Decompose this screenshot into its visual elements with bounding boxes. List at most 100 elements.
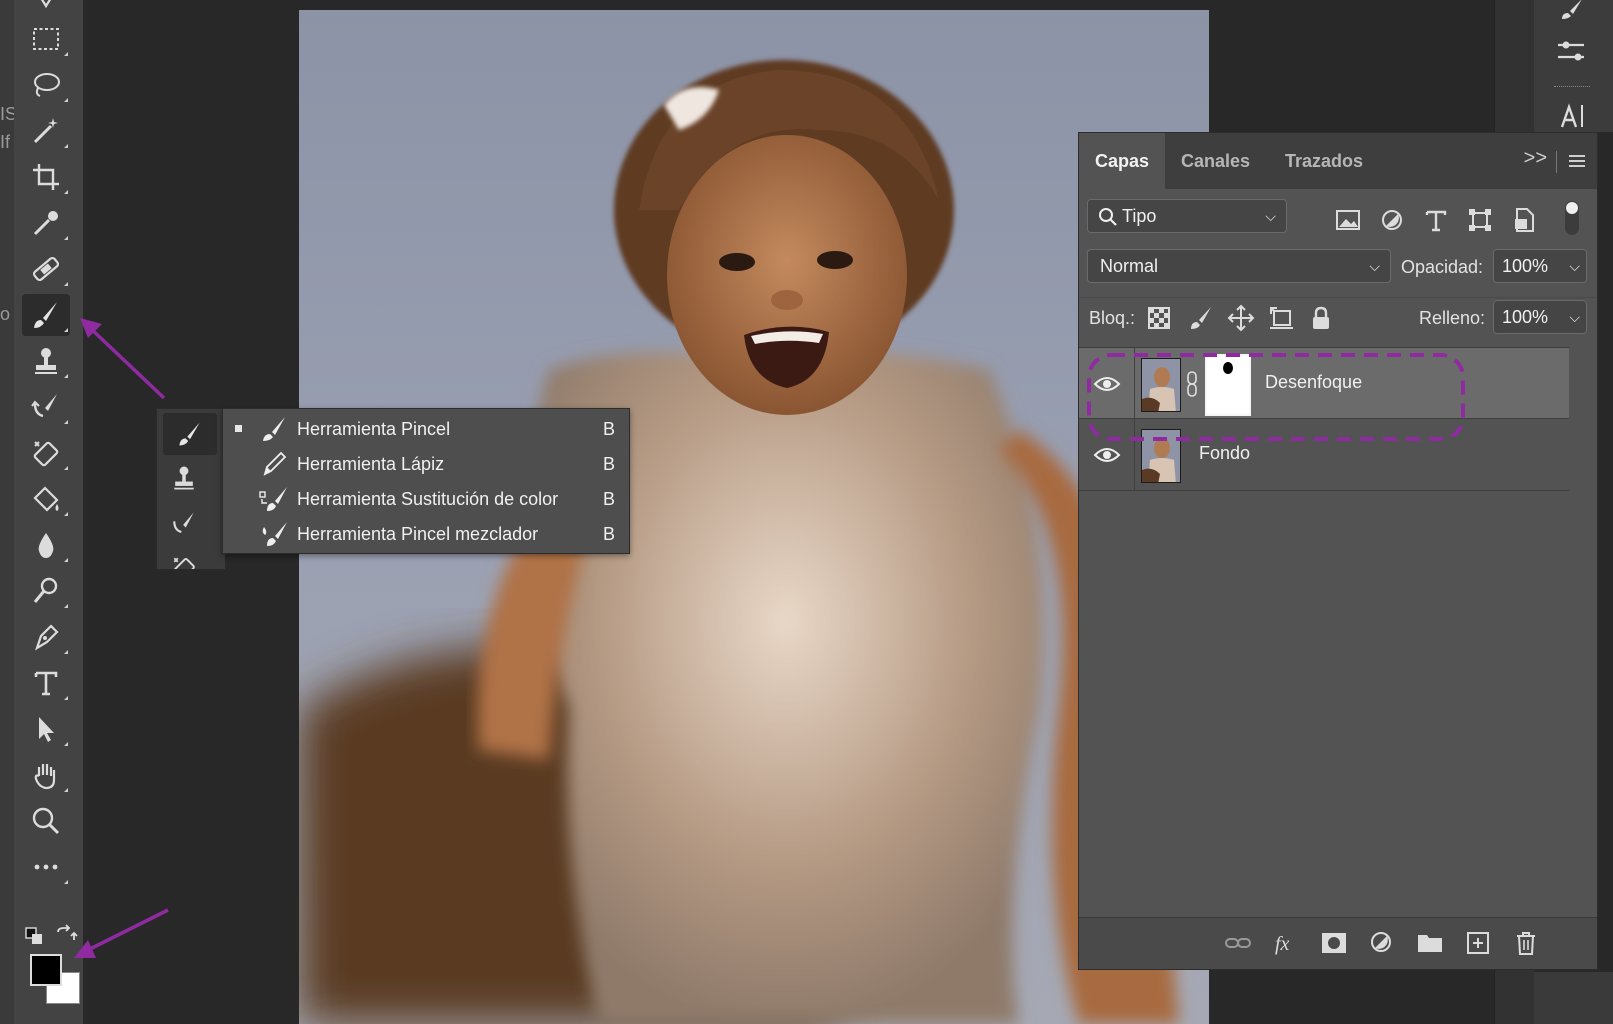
panel-grip[interactable]	[1554, 86, 1590, 89]
smart-object-filter-icon[interactable]	[1509, 205, 1539, 235]
lock-transparency-icon[interactable]	[1145, 304, 1173, 332]
blend-mode-dropdown[interactable]: Normal ⌵	[1087, 249, 1391, 283]
pen-tool-button[interactable]	[22, 616, 70, 658]
menu-item-shortcut: B	[602, 489, 615, 509]
more-tools-button[interactable]	[22, 846, 70, 888]
brush-tool-button[interactable]	[22, 294, 70, 336]
new-adjustment-button[interactable]	[1367, 928, 1397, 958]
tab-capas[interactable]: Capas	[1079, 133, 1166, 189]
history-brush-tool-button[interactable]	[22, 386, 70, 428]
sliders-icon	[1558, 41, 1584, 61]
eraser-icon	[173, 557, 195, 569]
hand-icon	[34, 764, 56, 790]
brush-icon	[34, 302, 57, 328]
lasso-icon	[34, 73, 60, 97]
adjustment-icon	[1371, 932, 1391, 952]
add-mask-button[interactable]	[1319, 928, 1349, 958]
dodge-tool-button[interactable]	[22, 570, 70, 612]
annotation-arrow-swatches	[74, 908, 169, 958]
hand-tool-button[interactable]	[22, 754, 70, 796]
link-icon	[1225, 938, 1251, 948]
blur-tool-button[interactable]	[22, 524, 70, 566]
opacity-value: 100%	[1502, 256, 1549, 276]
opacity-field[interactable]: 100% ⌵	[1493, 249, 1587, 283]
panel-menu-icon[interactable]	[1567, 151, 1587, 171]
lock-pixels-icon[interactable]	[1187, 304, 1215, 332]
default-colors-icon[interactable]	[24, 926, 46, 948]
tab-divider	[1556, 151, 1557, 173]
menu-item-herramienta-pincel-mezclador[interactable]: Herramienta Pincel mezclador B	[223, 516, 629, 551]
plus-square-icon	[1467, 932, 1489, 954]
eraser-tool-button[interactable]	[22, 432, 70, 474]
menu-item-herramienta-sustitucion-de-color[interactable]: Herramienta Sustitución de color B	[223, 481, 629, 516]
menu-item-herramienta-pincel[interactable]: Herramienta Pincel B	[223, 411, 629, 446]
magic-wand-tool-button[interactable]	[22, 110, 70, 152]
link-layers-button[interactable]	[1223, 928, 1253, 958]
fill-value: 100%	[1502, 307, 1549, 327]
menu-item-herramienta-lapiz[interactable]: Herramienta Lápiz B	[223, 446, 629, 481]
image-filter-icon[interactable]	[1333, 205, 1363, 235]
pen-icon	[35, 624, 59, 651]
chevron-down-icon: ⌵	[1265, 208, 1276, 224]
new-layer-button[interactable]	[1463, 928, 1493, 958]
right-lower-strip	[1534, 972, 1613, 1024]
more-icon	[34, 864, 58, 870]
tools-panel	[14, 0, 84, 1024]
eyedropper-tool-button[interactable]	[22, 202, 70, 244]
chevron-down-icon: ⌵	[1569, 258, 1580, 274]
adjustments-button[interactable]	[1546, 32, 1596, 72]
brush-tool-flyout-menu: Herramienta Pincel B Herramienta Lápiz B…	[222, 408, 630, 554]
shape-filter-icon[interactable]	[1465, 205, 1495, 235]
annotation-arrow-brush	[80, 318, 166, 400]
marquee-tool-button[interactable]	[22, 18, 70, 60]
healing-tool-button[interactable]	[22, 248, 70, 290]
foreground-color-swatch[interactable]	[30, 954, 62, 986]
brush-settings-button[interactable]	[1546, 0, 1596, 32]
trash-icon	[1517, 932, 1535, 955]
tab-canales[interactable]: Canales	[1165, 133, 1266, 189]
lasso-tool-button[interactable]	[22, 64, 70, 106]
tab-trazados[interactable]: Trazados	[1269, 133, 1379, 189]
chevron-down-icon: ⌵	[1369, 258, 1380, 274]
edge-fragment: If	[0, 132, 11, 152]
history-brush-icon	[31, 394, 57, 418]
flyout-stamp-tool[interactable]	[169, 463, 199, 498]
character-panel-button[interactable]	[1546, 96, 1596, 136]
layer-name[interactable]: Fondo	[1199, 443, 1250, 464]
type-filter-icon[interactable]	[1421, 205, 1451, 235]
eye-icon[interactable]	[1093, 443, 1121, 467]
zoom-icon	[32, 807, 60, 835]
lock-row: Bloq.: Relleno: 100% ⌵	[1079, 297, 1597, 345]
lock-artboard-icon[interactable]	[1267, 304, 1295, 332]
zoom-tool-button[interactable]	[22, 800, 70, 842]
type-tool-button[interactable]	[22, 662, 70, 704]
paint-bucket-icon	[33, 486, 59, 512]
path-selection-tool-button[interactable]	[22, 708, 70, 750]
svg-text:fx: fx	[1275, 933, 1290, 955]
right-mini-panel	[1534, 0, 1613, 132]
layer-style-button[interactable]: fx	[1271, 928, 1301, 958]
flyout-brush-tool[interactable]	[163, 413, 217, 455]
search-icon	[1099, 208, 1117, 226]
new-group-button[interactable]	[1415, 928, 1445, 958]
layer-filter-dropdown[interactable]: Tipo ⌵	[1087, 199, 1287, 233]
adjustment-filter-icon[interactable]	[1377, 205, 1407, 235]
lock-all-icon[interactable]	[1307, 304, 1335, 332]
layer-filter-value: Tipo	[1122, 206, 1157, 226]
type-icon	[34, 671, 58, 696]
lock-position-icon[interactable]	[1227, 304, 1255, 332]
collapse-panel-button[interactable]: >>	[1524, 147, 1547, 170]
filter-toggle[interactable]	[1565, 201, 1579, 235]
delete-layer-button[interactable]	[1511, 928, 1541, 958]
flyout-history-brush-tool[interactable]	[169, 509, 199, 544]
stamp-icon	[174, 466, 194, 490]
character-icon	[1560, 103, 1583, 128]
layers-scroll-gutter[interactable]	[1569, 347, 1597, 927]
crop-tool-button[interactable]	[22, 156, 70, 198]
flyout-eraser-tool[interactable]	[169, 553, 199, 569]
paint-bucket-tool-button[interactable]	[22, 478, 70, 520]
color-replacement-icon	[259, 487, 287, 511]
stamp-tool-button[interactable]	[22, 340, 70, 382]
fx-icon: fx	[1275, 933, 1290, 955]
fill-field[interactable]: 100% ⌵	[1493, 300, 1587, 334]
